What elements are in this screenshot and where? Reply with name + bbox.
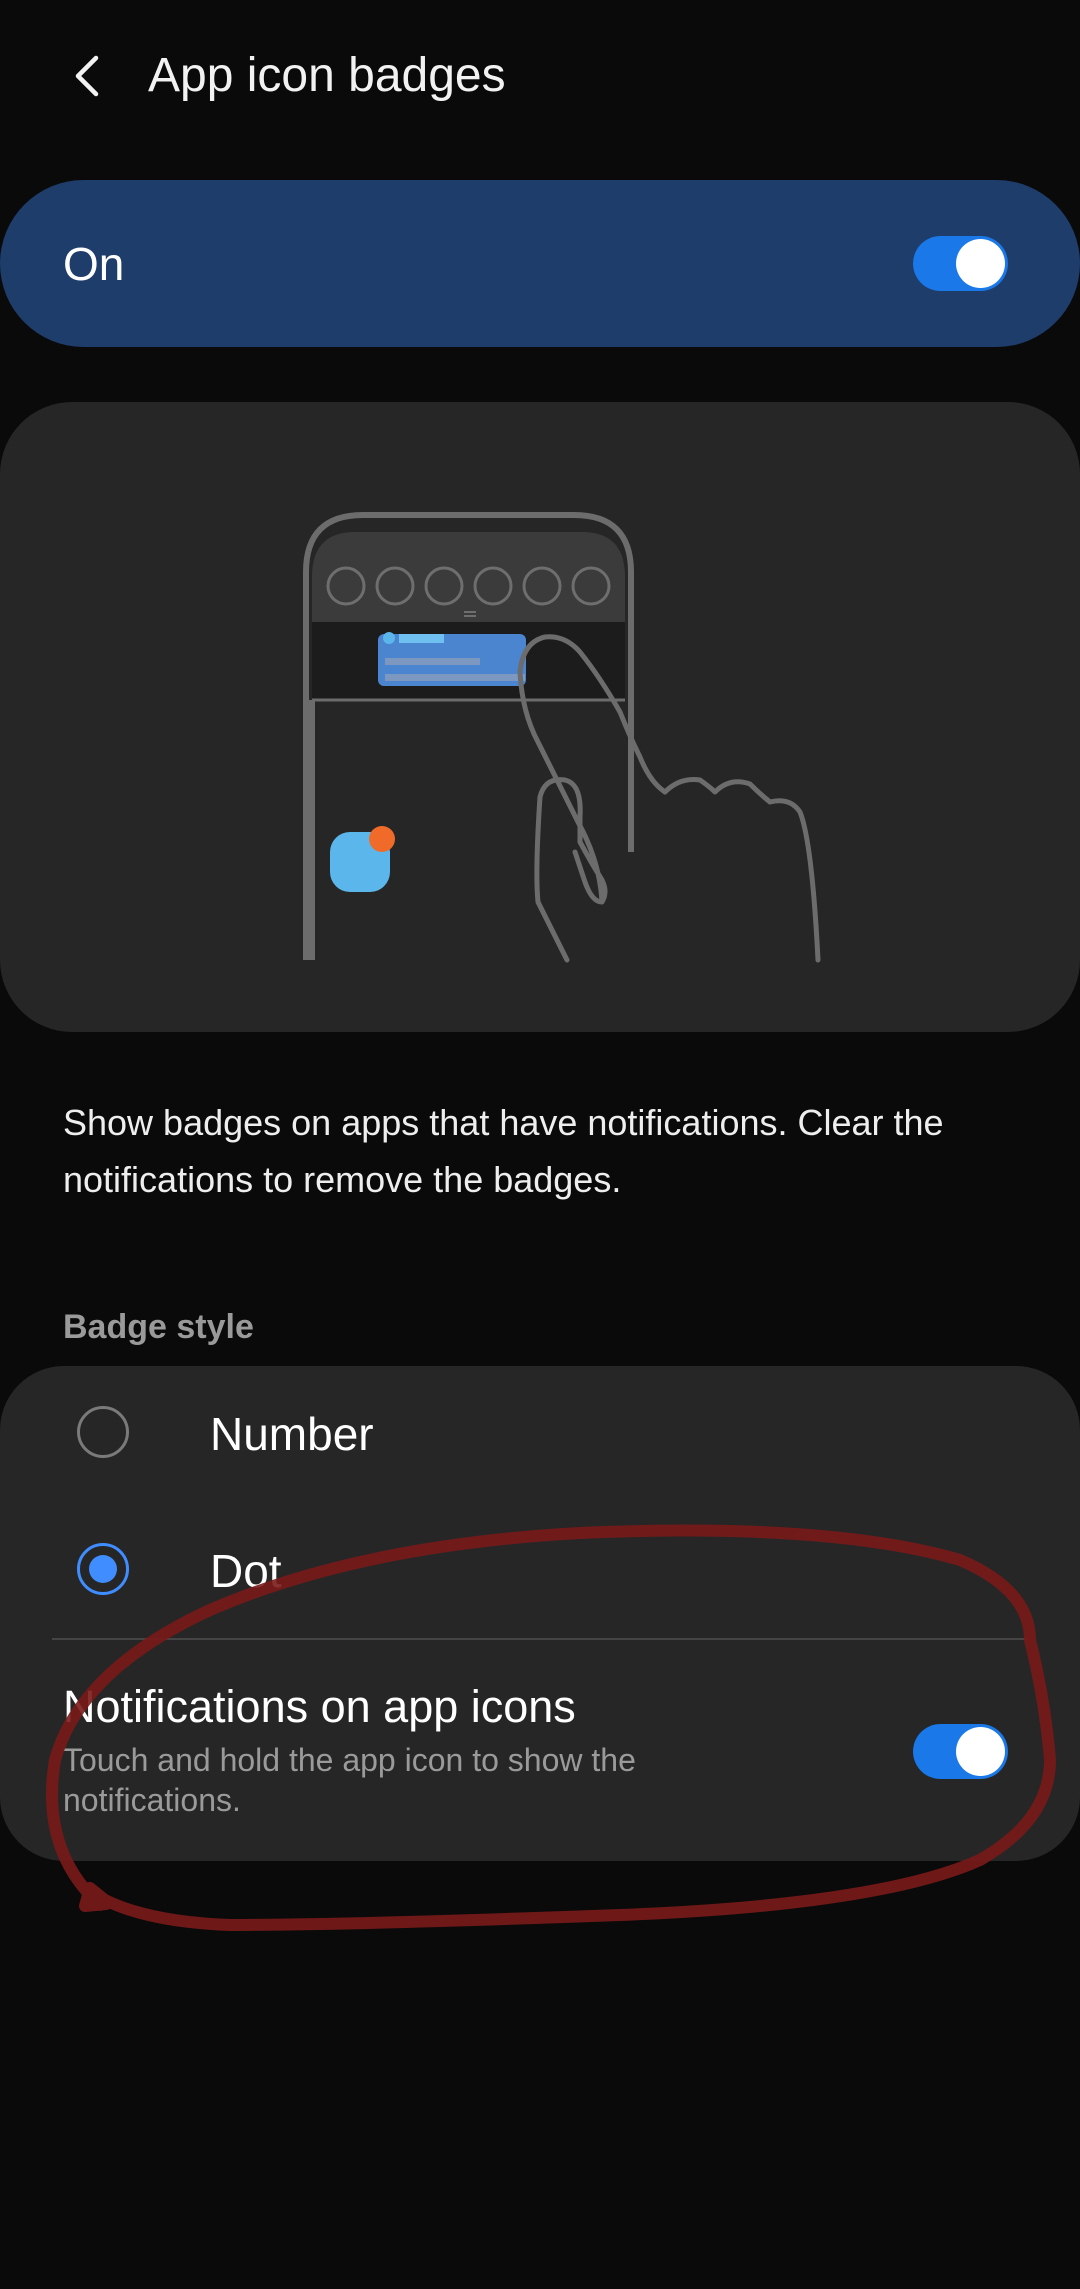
radio-label-dot: Dot <box>210 1545 282 1597</box>
master-switch-bar[interactable]: On <box>0 180 1080 347</box>
app-icon-badges-screen: App icon badges On Show badges on apps t… <box>0 0 1080 2289</box>
phone-hand-swipe-illustration <box>303 512 821 963</box>
badge-option-number[interactable]: Number <box>0 1366 1080 1503</box>
toggle-knob <box>956 239 1005 288</box>
notifications-on-app-icons-row[interactable]: Notifications on app icons Touch and hol… <box>0 1640 1080 1861</box>
header: App icon badges <box>0 0 1080 150</box>
description-text: Show badges on apps that have notificati… <box>63 1102 944 1200</box>
illustration-card <box>0 402 1080 1032</box>
notifications-on-app-icons-toggle[interactable] <box>913 1724 1008 1779</box>
notifications-on-app-icons-subtitle: Touch and hold the app icon to show the … <box>63 1742 636 1818</box>
back-button[interactable] <box>52 40 124 112</box>
master-toggle[interactable] <box>913 236 1008 291</box>
radio-label-number: Number <box>210 1408 374 1460</box>
badge-style-section-label: Badge style <box>63 1308 254 1346</box>
page-title: App icon badges <box>148 49 506 102</box>
radio-button-number[interactable] <box>77 1406 129 1458</box>
badge-style-card: Number Dot Notifications on app icons To… <box>0 1366 1080 1861</box>
notifications-on-app-icons-title: Notifications on app icons <box>63 1681 576 1732</box>
radio-selected-dot <box>89 1555 117 1583</box>
master-switch-label: On <box>63 238 125 290</box>
chevron-left-icon <box>75 55 99 97</box>
badge-dot <box>369 826 395 852</box>
toggle-knob <box>956 1727 1005 1776</box>
radio-button-dot[interactable] <box>77 1543 129 1595</box>
badge-option-dot[interactable]: Dot <box>0 1503 1080 1640</box>
